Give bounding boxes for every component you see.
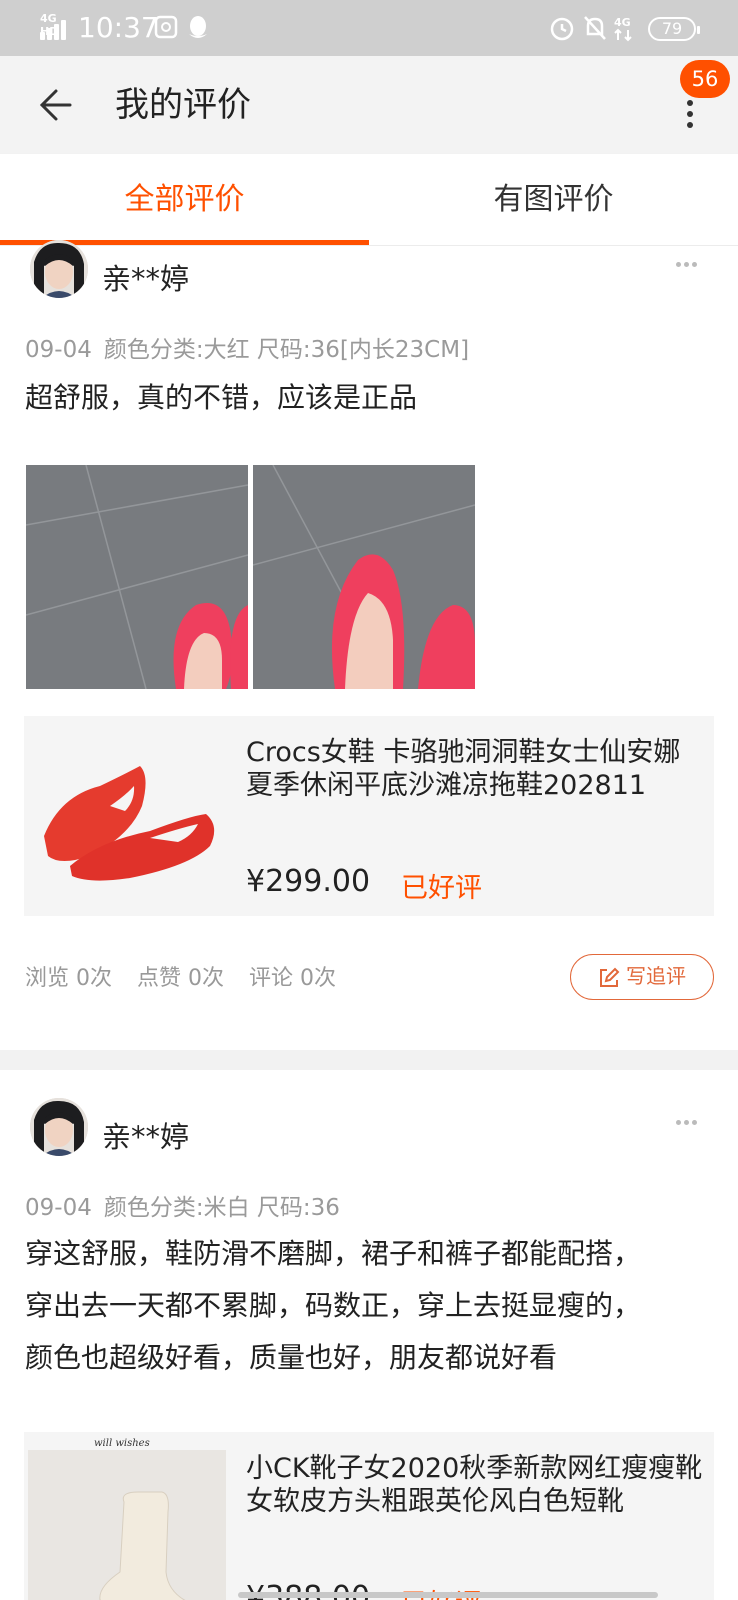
app-bar: 我的评价 56 <box>0 56 738 154</box>
scroll-indicator <box>238 1592 658 1598</box>
review-meta: 09-04 颜色分类:大红 尺码:36[内长23CM] <box>25 330 469 364</box>
product-title: 小CK靴子女2020秋季新款网红瘦瘦靴女软皮方头粗跟英伦风白色短靴 <box>246 1453 703 1517</box>
battery-icon: 79 <box>648 17 700 41</box>
like-count: 点赞 0次 <box>137 966 224 991</box>
review-content: 穿这舒服，鞋防滑不磨脚，裙子和裤子都能配搭， 穿出去一天都不累脚，码数正，穿上去… <box>25 1228 715 1384</box>
svg-text:4G: 4G <box>614 16 631 29</box>
clock: 10:37 <box>78 11 159 44</box>
user-name: 亲**婷 <box>102 262 190 296</box>
arrow-left-icon[interactable] <box>32 80 82 130</box>
avatar[interactable] <box>30 1098 88 1156</box>
product-title: Crocs女鞋 卡骆驰洞洞鞋女士仙安娜夏季休闲平底沙滩凉拖鞋202811 <box>246 737 681 801</box>
product-image-caption: will wishes <box>94 1438 150 1449</box>
review-content-line: 穿出去一天都不累脚，码数正，穿上去挺显瘦的， <box>25 1289 642 1322</box>
tab-all-reviews[interactable]: 全部评价 <box>0 154 369 246</box>
more-horizontal-icon[interactable] <box>676 1120 700 1128</box>
write-follow-up-label: 写追评 <box>626 964 686 988</box>
product-image: will wishes <box>28 1432 226 1600</box>
product-card[interactable]: will wishes 小CK靴子女2020秋季新款网红瘦瘦靴女软皮方头粗跟英伦… <box>24 1432 714 1600</box>
avatar[interactable] <box>30 240 88 298</box>
review-stats: 浏览 0次 点赞 0次 评论 0次 <box>25 960 354 992</box>
mute-bell-icon <box>584 16 606 40</box>
review-content: 超舒服，真的不错，应该是正品 <box>25 381 418 414</box>
review-date: 09-04 <box>25 337 92 363</box>
review-card: 亲**婷 09-04 颜色分类:米白 尺码:36 穿这舒服，鞋防滑不磨脚，裙子和裤… <box>0 1070 738 1600</box>
page-title: 我的评价 <box>115 85 251 125</box>
section-divider <box>0 1050 738 1070</box>
4g-icon: 4G <box>614 16 632 42</box>
alarm-icon <box>550 17 574 41</box>
product-card[interactable]: Crocs女鞋 卡骆驰洞洞鞋女士仙安娜夏季休闲平底沙滩凉拖鞋202811 ¥29… <box>24 716 714 916</box>
review-photo[interactable] <box>26 465 248 689</box>
user-name: 亲**婷 <box>102 1120 190 1154</box>
product-spec: 颜色分类:米白 尺码:36 <box>103 1195 340 1221</box>
comment-count: 评论 0次 <box>249 966 336 991</box>
status-bar: 4G HD 10:37 4G 79 <box>0 0 738 56</box>
review-photo[interactable] <box>253 465 475 689</box>
review-meta: 09-04 颜色分类:米白 尺码:36 <box>25 1188 340 1222</box>
review-card: 亲**婷 09-04 颜色分类:大红 尺码:36[内长23CM] 超舒服，真的不错… <box>0 240 738 1050</box>
product-image <box>30 716 226 916</box>
edit-icon <box>600 967 620 987</box>
product-spec: 颜色分类:大红 尺码:36[内长23CM] <box>103 337 470 363</box>
message-count-badge: 56 <box>680 60 730 98</box>
review-tabs: 全部评价 有图评价 <box>0 154 738 246</box>
review-content-line: 穿这舒服，鞋防滑不磨脚，裙子和裤子都能配搭， <box>25 1237 642 1270</box>
signal-icon: 4G HD <box>40 12 72 40</box>
review-status: 已好评 <box>401 873 482 904</box>
qq-penguin-icon <box>189 16 207 38</box>
tab-photo-reviews[interactable]: 有图评价 <box>369 154 738 246</box>
product-price: ¥299.00 <box>246 864 371 899</box>
review-content-line: 颜色也超级好看，质量也好，朋友都说好看 <box>25 1341 558 1374</box>
review-date: 09-04 <box>25 1195 92 1221</box>
more-horizontal-icon[interactable] <box>676 262 700 270</box>
mail-at-icon <box>154 15 178 39</box>
write-follow-up-button[interactable]: 写追评 <box>570 954 714 1000</box>
view-count: 浏览 0次 <box>25 966 112 991</box>
